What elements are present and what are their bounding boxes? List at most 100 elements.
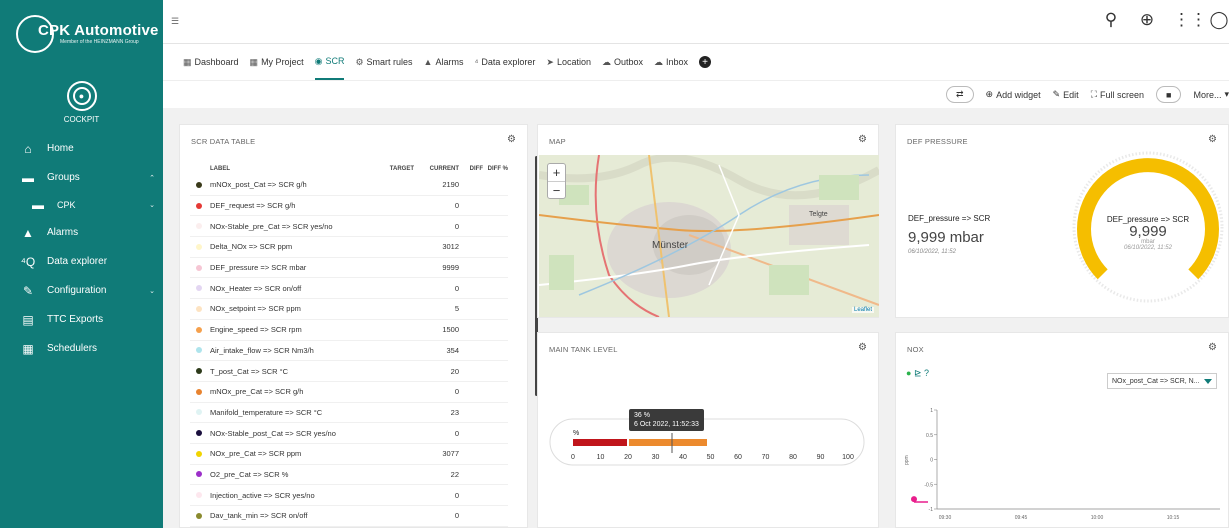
- sidebar-item-label: Home: [47, 143, 74, 154]
- zoom-out-button[interactable]: −: [548, 181, 565, 198]
- sidebar-item-label: Data explorer: [47, 256, 108, 267]
- tank-tick-label: 100: [842, 454, 854, 461]
- add-circle-icon[interactable]: ⊕: [1137, 10, 1157, 30]
- map-attribution[interactable]: Leaflet: [851, 307, 874, 313]
- scr-data-table: LABEL TARGET CURRENT DIFF DIFF % mNOx_po…: [190, 162, 508, 527]
- series-color-dot: [190, 492, 208, 499]
- sidebar-item-configuration[interactable]: ✎ Configuration ⌄: [0, 276, 163, 305]
- dashboard-tabs: ▦ Dashboard ▦ My Project ◉ SCR ⚙ Smart rules ▲ Al…: [163, 44, 1229, 80]
- tooltip-date: 6 Oct 2022, 11:52:33: [634, 421, 699, 428]
- sidebar-item-schedulers[interactable]: ▦ Schedulers: [0, 334, 163, 363]
- gear-icon[interactable]: ⚙: [507, 134, 516, 145]
- table-row[interactable]: NOx_Heater => SCR on/off 0: [190, 278, 508, 300]
- bell-icon: ▲: [423, 57, 433, 67]
- y-tick-label: -0.5: [924, 482, 933, 488]
- table-row[interactable]: mNOx_pre_Cat => SCR g/h 0: [190, 382, 508, 403]
- tank-tick-label: 20: [624, 454, 632, 461]
- map-card: MAP ⚙ Münster Telgte + − Leaflet: [537, 124, 879, 318]
- brand-logo[interactable]: CPK Automotive Member of the HEINZMANN G…: [0, 0, 163, 67]
- table-row[interactable]: DEF_pressure => SCR mbar 9999: [190, 258, 508, 279]
- row-label: NOx_setpoint => SCR ppm: [210, 304, 301, 314]
- tank-tooltip: 36 % 6 Oct 2022, 11:52:33: [629, 409, 704, 431]
- row-current: 22: [450, 469, 459, 479]
- series-color-dot: [190, 347, 208, 354]
- edit-button[interactable]: ✎ Edit: [1053, 89, 1079, 100]
- table-row[interactable]: Air_intake_flow => SCR Nm3/h 354: [190, 341, 508, 362]
- table-row[interactable]: Engine_speed => SCR rpm 1500: [190, 320, 508, 341]
- header-label[interactable]: LABEL: [208, 166, 372, 172]
- gauge-date: 06/10/2022, 11:52: [1124, 245, 1172, 251]
- sidebar-toggle-icon[interactable]: ☰: [171, 16, 179, 27]
- sidebar-item-label: Configuration: [47, 285, 107, 296]
- table-row[interactable]: NOx_setpoint => SCR ppm 5: [190, 299, 508, 320]
- tab-alarms[interactable]: ▲ Alarms: [424, 44, 464, 80]
- x-tick-label: 09:30: [939, 515, 952, 521]
- tab-outbox[interactable]: ☁ Outbox: [602, 44, 643, 80]
- help-icon[interactable]: ?: [924, 368, 929, 378]
- series-color-dot: [190, 202, 208, 209]
- inbox-icon: ☁: [654, 56, 663, 67]
- add-widget-button[interactable]: ⊕ Add widget: [986, 89, 1041, 100]
- search-icon[interactable]: ⚲: [1101, 10, 1121, 30]
- lock-toggle[interactable]: ■: [1156, 86, 1182, 103]
- series-point[interactable]: [911, 496, 917, 503]
- series-color-dot: [190, 326, 208, 333]
- gear-icon[interactable]: ⚙: [1208, 134, 1217, 145]
- row-current: 0: [454, 387, 459, 397]
- cockpit-app[interactable]: ● COCKPIT: [0, 81, 163, 124]
- sidebar-item-ttc-exports[interactable]: ▤ TTC Exports: [0, 305, 163, 334]
- add-tab-icon[interactable]: +: [699, 56, 712, 68]
- user-icon[interactable]: ◯: [1209, 10, 1229, 30]
- table-row[interactable]: O2_pre_Cat => SCR % 22: [190, 465, 508, 486]
- realtime-toggle[interactable]: ⇄: [946, 86, 974, 103]
- app-switcher-icon[interactable]: ⋮⋮: [1173, 10, 1207, 30]
- table-row[interactable]: Delta_NOx => SCR ppm 3012: [190, 237, 508, 258]
- table-row[interactable]: Dav_tank_min => SCR on/off 0: [190, 506, 508, 527]
- series-select[interactable]: NOx_post_Cat => SCR, N...: [1107, 373, 1217, 389]
- table-row[interactable]: DEF_request => SCR g/h 0: [190, 196, 508, 217]
- table-row[interactable]: T_post_Cat => SCR °C 20: [190, 361, 508, 382]
- header-target[interactable]: TARGET: [372, 166, 414, 172]
- zoom-in-button[interactable]: +: [548, 164, 565, 181]
- header-diff[interactable]: DIFF: [459, 166, 483, 172]
- tab-dashboard[interactable]: ▦ Dashboard: [183, 44, 239, 80]
- swap-icon: ⇄: [956, 89, 964, 99]
- tab-smart-rules[interactable]: ⚙ Smart rules: [355, 44, 412, 80]
- table-row[interactable]: mNOx_post_Cat => SCR g/h 2190: [190, 175, 508, 196]
- tab-scr[interactable]: ◉ SCR: [314, 44, 345, 80]
- sidebar-item-cpk[interactable]: ▬ CPK ⌄: [0, 192, 163, 218]
- x-tick-label: 09:45: [1015, 515, 1028, 521]
- gear-icon[interactable]: ⚙: [858, 342, 867, 353]
- gear-icon[interactable]: ⚙: [858, 134, 867, 145]
- sidebar-item-home[interactable]: ⌂ Home: [0, 134, 163, 163]
- y-tick-label: 1: [930, 408, 933, 414]
- map-view[interactable]: Münster Telgte: [539, 155, 879, 317]
- series-dot-icon: ●: [906, 368, 912, 378]
- chart-type-icon[interactable]: ⊵: [914, 368, 922, 378]
- table-row[interactable]: NOx_pre_Cat => SCR ppm 3077: [190, 444, 508, 465]
- def-pressure-value: 9,999 mbar: [908, 229, 984, 246]
- table-row[interactable]: NOx-Stable_pre_Cat => SCR yes/no 0: [190, 216, 508, 238]
- gauge-icon: ◉: [314, 55, 323, 66]
- sidebar-item-label: Schedulers: [47, 343, 98, 354]
- full-screen-button[interactable]: ⛶ Full screen: [1091, 89, 1144, 100]
- tab-my-project[interactable]: ▦ My Project: [250, 44, 304, 80]
- more-button[interactable]: More... ▾: [1193, 89, 1229, 100]
- tank-tick-label: 10: [597, 454, 605, 461]
- sidebar-item-data-explorer[interactable]: ⁴Q Data explorer: [0, 247, 163, 276]
- tab-location[interactable]: ➤ Location: [546, 44, 591, 80]
- sidebar-item-groups[interactable]: ▬ Groups ⌃: [0, 163, 163, 192]
- row-current: 9999: [442, 263, 459, 273]
- map-tiles: [539, 155, 879, 317]
- tab-label: Alarms: [435, 57, 464, 67]
- table-row[interactable]: NOx-Stable_post_Cat => SCR yes/no 0: [190, 423, 508, 444]
- sidebar-item-alarms[interactable]: ▲ Alarms: [0, 218, 163, 247]
- gear-icon[interactable]: ⚙: [1208, 342, 1217, 353]
- tab-data-explorer[interactable]: ⁴ Data explorer: [474, 44, 535, 80]
- header-current[interactable]: CURRENT: [414, 166, 459, 172]
- tab-inbox[interactable]: ☁ Inbox: [654, 44, 688, 80]
- header-diff-pct[interactable]: DIFF %: [483, 166, 508, 172]
- card-title: NOX: [907, 345, 924, 354]
- table-row[interactable]: Manifold_temperature => SCR °C 23: [190, 403, 508, 424]
- table-row[interactable]: Injection_active => SCR yes/no 0: [190, 485, 508, 506]
